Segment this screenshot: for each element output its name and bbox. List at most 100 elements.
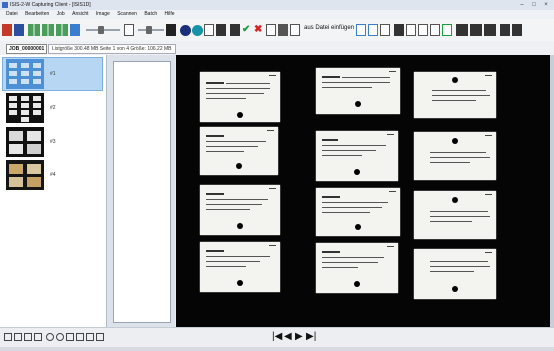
scan-image-view[interactable]: [176, 55, 550, 327]
save-icon[interactable]: [500, 24, 510, 36]
menu-item-job[interactable]: Job: [57, 11, 65, 17]
card-text-line: [322, 82, 390, 83]
reject-cross-icon[interactable]: ✖: [254, 24, 264, 36]
deskew-icon[interactable]: [230, 24, 240, 36]
page-ok-icon[interactable]: [442, 24, 452, 36]
menu-item-scannen[interactable]: Scannen: [117, 11, 137, 17]
transfer-icon[interactable]: [484, 24, 496, 36]
page-add-icon[interactable]: [368, 24, 378, 36]
page-icon[interactable]: [266, 24, 276, 36]
page-add-icon[interactable]: [356, 24, 366, 36]
close-window-button[interactable]: ×: [540, 1, 552, 9]
index-card: [200, 242, 280, 292]
card-text-line: [206, 98, 246, 99]
menu-item-ansicht[interactable]: Ansicht: [72, 11, 88, 17]
scan-icon[interactable]: [2, 24, 12, 36]
mini-card: [33, 110, 41, 115]
index-card: [316, 68, 400, 114]
page-thumbnail-1[interactable]: [6, 59, 44, 89]
zoom-out-icon[interactable]: [56, 333, 64, 341]
vertical-scrollbar[interactable]: [550, 55, 554, 327]
window-title: ISIS-2-W Capturing Client - [ISIS1D]: [10, 2, 91, 8]
mini-card: [21, 110, 29, 115]
card-text-line: [206, 199, 268, 200]
filter-icon[interactable]: [512, 24, 522, 36]
brightness-icon[interactable]: [124, 24, 134, 36]
page-thumbnail-3[interactable]: [6, 127, 44, 157]
card-text-line: [206, 256, 270, 257]
page-icon[interactable]: [14, 333, 22, 341]
card-text-line: [322, 262, 378, 263]
maximize-button[interactable]: □: [528, 1, 540, 9]
split-icon[interactable]: [278, 24, 288, 36]
mini-card: [33, 96, 41, 101]
crop-icon[interactable]: [216, 24, 226, 36]
fit-icon[interactable]: [96, 333, 104, 341]
page-icon[interactable]: [430, 24, 440, 36]
page-icon[interactable]: [418, 24, 428, 36]
fit-icon[interactable]: [86, 333, 94, 341]
index-card: [414, 249, 496, 299]
next-page-button[interactable]: ▶: [295, 331, 303, 343]
mini-card: [9, 79, 17, 84]
card-punch-hole: [355, 101, 361, 107]
card-header-line: [206, 193, 224, 195]
card-punch-hole: [354, 281, 360, 287]
mini-card: [33, 71, 41, 76]
card-text-line: [322, 145, 386, 146]
card-text-line: [322, 257, 384, 258]
page-icon[interactable]: [34, 333, 42, 341]
card-punch-hole: [237, 280, 243, 286]
print-icon[interactable]: [470, 24, 482, 36]
card-punch-hole: [452, 77, 458, 83]
card-text-line: [432, 95, 490, 96]
card-text-line: [430, 261, 488, 262]
index-card: [200, 185, 280, 235]
card-text-line: [430, 216, 490, 217]
card-text-line: [322, 87, 372, 88]
batch-icon[interactable]: [14, 24, 24, 36]
card-tag: [485, 252, 492, 253]
color-mode-icon[interactable]: [180, 25, 191, 36]
page-icon[interactable]: [24, 333, 32, 341]
contrast-slider-knob[interactable]: [146, 26, 152, 34]
fit-icon[interactable]: [66, 333, 74, 341]
last-page-button[interactable]: ▶|: [306, 331, 316, 343]
contrast-icon[interactable]: [166, 24, 176, 36]
insert-from-file-button[interactable]: aus Datei einfügen: [304, 25, 354, 31]
page-thumbnail-4[interactable]: [6, 160, 44, 190]
previous-page-button[interactable]: ◀: [284, 331, 292, 343]
minimize-button[interactable]: –: [516, 1, 528, 9]
fit-icon[interactable]: [76, 333, 84, 341]
card-text-line: [206, 261, 260, 262]
mini-card: [9, 96, 17, 101]
grid-view-icon[interactable]: [42, 24, 54, 36]
page-icon[interactable]: [4, 333, 12, 341]
layout-icon[interactable]: [70, 24, 80, 36]
copy-icon[interactable]: [290, 24, 300, 36]
menu-item-image[interactable]: Image: [96, 11, 110, 17]
page-icon[interactable]: [380, 24, 390, 36]
menu-item-batch[interactable]: Batch: [144, 11, 157, 17]
job-id[interactable]: JOB_00000001: [6, 44, 48, 54]
card-punch-hole: [354, 169, 360, 175]
first-page-button[interactable]: |◀: [272, 331, 282, 343]
rotate-icon[interactable]: [204, 24, 214, 36]
printer-icon[interactable]: [394, 24, 404, 36]
export-icon[interactable]: [456, 24, 468, 36]
page-icon[interactable]: [406, 24, 416, 36]
zoom-in-icon[interactable]: [46, 333, 54, 341]
index-card: [414, 191, 496, 239]
card-punch-hole: [355, 224, 361, 230]
bottom-toolbar: |◀ ◀ ▶ ▶|: [0, 327, 554, 348]
card-tag: [389, 71, 396, 72]
color-mode-icon[interactable]: [192, 25, 203, 36]
grid-view-icon[interactable]: [56, 24, 68, 36]
menu-item-bearbeiten[interactable]: Bearbeiten: [25, 11, 49, 17]
brightness-slider-knob[interactable]: [98, 26, 104, 34]
accept-check-icon[interactable]: ✔: [242, 24, 252, 36]
grid-view-icon[interactable]: [28, 24, 40, 36]
page-thumbnail-2[interactable]: [6, 93, 44, 123]
menu-item-datei[interactable]: Datei: [6, 11, 18, 17]
menu-item-hilfe[interactable]: Hilfe: [165, 11, 175, 17]
